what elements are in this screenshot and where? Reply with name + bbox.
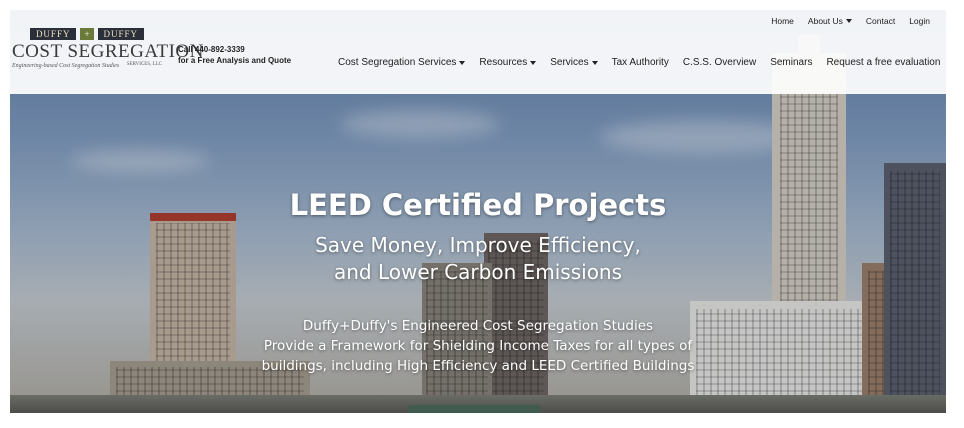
util-link-about-us[interactable]: About Us xyxy=(808,16,852,26)
hero-body-line: buildings, including High Efficiency and… xyxy=(261,358,695,374)
util-link-contact[interactable]: Contact xyxy=(866,16,895,26)
cta-text: for a Free Analysis and Quote xyxy=(178,56,292,65)
nav-request-evaluation[interactable]: Request a free evaluation xyxy=(826,57,940,68)
hero-body-line: Provide a Framework for Shielding Income… xyxy=(263,338,693,354)
call-to-action[interactable]: Call 440-892-3339 for a Free Analysis an… xyxy=(178,44,291,66)
nav-cost-segregation-services[interactable]: Cost Segregation Services xyxy=(338,57,466,68)
nav-css-overview[interactable]: C.S.S. Overview xyxy=(683,57,756,68)
logo-plus: + xyxy=(80,28,94,40)
caret-down-icon xyxy=(459,60,466,65)
cta-phone: Call 440-892-3339 xyxy=(178,45,245,54)
hero-subtitle: Save Money, Improve Efficiency, and Lowe… xyxy=(10,232,946,286)
hero-subtitle-line: and Lower Carbon Emissions xyxy=(333,260,623,284)
util-link-label: About Us xyxy=(807,16,843,26)
hero-body-line: Duffy+Duffy's Engineered Cost Segregatio… xyxy=(302,318,654,334)
caret-down-icon xyxy=(530,60,537,65)
hero-subtitle-line: Save Money, Improve Efficiency, xyxy=(315,233,641,257)
nav-label: Resources xyxy=(479,57,528,68)
hero-button-partial[interactable] xyxy=(408,405,540,413)
logo-duffy-right: DUFFY xyxy=(97,28,145,40)
main-nav: Cost Segregation Services Resources Serv… xyxy=(338,57,940,68)
logo-services: SERVICES, LLC xyxy=(126,62,162,67)
company-logo[interactable]: DUFFY + DUFFY COST SEGREGATION SERVICES,… xyxy=(12,28,204,76)
logo-duffy-left: DUFFY xyxy=(29,28,77,40)
site-header: DUFFY + DUFFY COST SEGREGATION SERVICES,… xyxy=(10,10,946,94)
nav-seminars[interactable]: Seminars xyxy=(770,57,812,68)
nav-resources[interactable]: Resources xyxy=(479,57,537,68)
page-frame: LEED Certified Projects Save Money, Impr… xyxy=(10,10,946,413)
utility-nav: Home About Us Contact Login xyxy=(771,16,930,26)
caret-down-icon xyxy=(591,60,598,65)
logo-top-row: DUFFY + DUFFY xyxy=(12,28,162,40)
nav-label: Services xyxy=(550,57,589,68)
nav-label: Cost Segregation Services xyxy=(338,57,457,68)
nav-services[interactable]: Services xyxy=(550,57,598,68)
logo-wordmark: COST SEGREGATION xyxy=(12,41,204,62)
util-link-login[interactable]: Login xyxy=(909,16,930,26)
hero-title: LEED Certified Projects xyxy=(289,188,667,222)
hero-body: Duffy+Duffy's Engineered Cost Segregatio… xyxy=(10,316,946,376)
nav-tax-authority[interactable]: Tax Authority xyxy=(612,57,669,68)
util-link-home[interactable]: Home xyxy=(771,16,794,26)
caret-down-icon xyxy=(845,19,852,23)
